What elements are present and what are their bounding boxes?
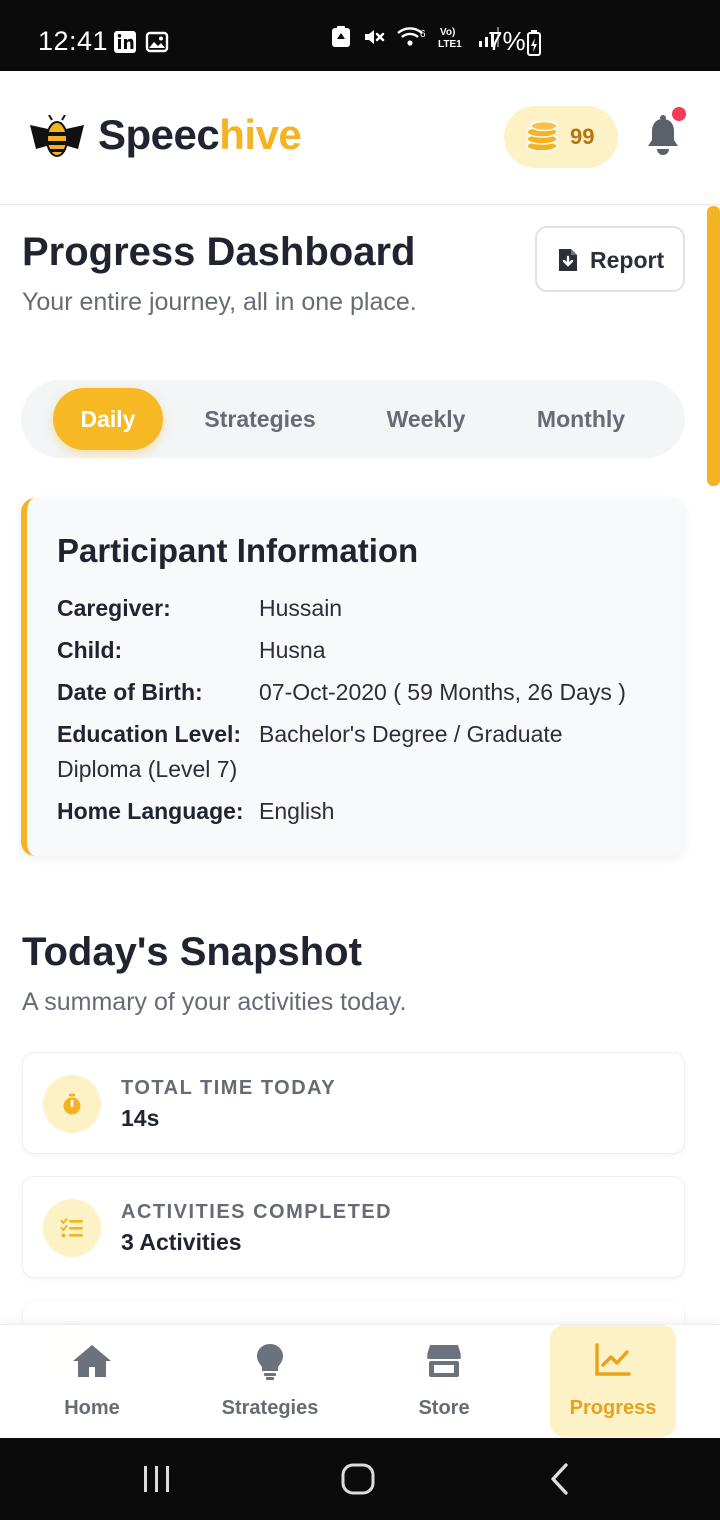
stat-card-activities: ACTIVITIES COMPLETED 3 Activities	[22, 1176, 685, 1278]
nav-label: Strategies	[221, 1397, 319, 1419]
tab-strategies[interactable]: Strategies	[191, 388, 329, 450]
scrollbar-thumb[interactable]	[707, 206, 720, 486]
home-language-value: English	[259, 798, 335, 824]
lightbulb-icon	[257, 1344, 283, 1380]
nav-strategies[interactable]: Strategies	[200, 1325, 340, 1437]
bottom-nav: Home Strategies Store Progress	[0, 1324, 720, 1438]
home-button-icon[interactable]	[341, 1463, 375, 1495]
status-bar: 12:41 6 Vo) LTE1 7%	[0, 0, 720, 71]
dob-value: 07-Oct-2020 ( 59 Months, 26 Days )	[259, 679, 626, 705]
svg-text:LTE1: LTE1	[438, 39, 462, 50]
caregiver-label: Caregiver:	[57, 595, 171, 621]
page-subtitle: Your entire journey, all in one place.	[22, 288, 417, 316]
stat-value: 3 Activities	[121, 1229, 242, 1255]
home-icon	[73, 1345, 111, 1377]
stat-label: TOTAL TIME TODAY	[121, 1077, 337, 1099]
child-value: Husna	[259, 637, 326, 663]
download-file-icon	[559, 249, 577, 271]
page-title: Progress Dashboard	[22, 230, 416, 274]
nav-home[interactable]: Home	[32, 1325, 152, 1437]
checklist-icon	[43, 1199, 101, 1257]
store-icon	[427, 1345, 461, 1377]
back-icon[interactable]	[548, 1463, 570, 1495]
battery-percent: 7%	[488, 26, 526, 56]
report-button[interactable]: Report	[535, 226, 685, 292]
linkedin-icon	[114, 31, 136, 53]
snapshot-title: Today's Snapshot	[22, 930, 362, 974]
volte-icon: Vo)LTE1	[438, 27, 462, 50]
nav-store[interactable]: Store	[384, 1325, 504, 1437]
stopwatch-icon	[43, 1075, 101, 1133]
period-tabs: Daily Strategies Weekly Monthly	[21, 380, 685, 458]
system-nav-bar	[0, 1438, 720, 1520]
tab-monthly[interactable]: Monthly	[521, 388, 641, 450]
education-label: Education Level:	[57, 721, 242, 747]
dob-label: Date of Birth:	[57, 679, 203, 705]
nav-progress[interactable]: Progress	[550, 1325, 676, 1437]
coins-badge[interactable]: 99	[504, 106, 618, 168]
status-icons: 6 Vo) LTE1	[330, 24, 500, 50]
recycle-icon	[332, 26, 350, 47]
wifi-icon: 6	[397, 27, 426, 46]
participant-info-card: Participant Information Caregiver: Hussa…	[21, 498, 685, 856]
svg-text:Vo): Vo)	[440, 27, 455, 38]
stat-card-total-time: TOTAL TIME TODAY 14s	[22, 1052, 685, 1154]
tab-daily[interactable]: Daily	[53, 388, 163, 450]
report-label: Report	[590, 247, 665, 273]
notification-dot	[672, 107, 686, 121]
bell-icon[interactable]	[644, 115, 682, 157]
bee-logo-icon	[30, 115, 84, 157]
recent-apps-icon[interactable]	[142, 1465, 172, 1493]
svg-text:6: 6	[420, 29, 426, 40]
stat-label: ACTIVITIES COMPLETED	[121, 1201, 393, 1223]
nav-label: Progress	[569, 1397, 657, 1419]
participant-info-title: Participant Information	[57, 532, 419, 569]
image-icon	[145, 31, 169, 53]
nav-label: Home	[64, 1397, 120, 1419]
mute-icon	[365, 30, 385, 44]
snapshot-subtitle: A summary of your activities today.	[22, 988, 407, 1016]
home-language-label: Home Language:	[57, 798, 244, 824]
tab-weekly[interactable]: Weekly	[371, 388, 481, 450]
battery-icon	[527, 30, 541, 56]
nav-label: Store	[418, 1397, 470, 1419]
coins-icon	[526, 121, 558, 152]
app-header: Speechive 99	[0, 71, 720, 205]
caregiver-value: Hussain	[259, 595, 343, 621]
stat-value: 14s	[121, 1105, 160, 1131]
education-value-cont: Diploma (Level 7)	[57, 756, 238, 782]
chart-line-icon	[595, 1343, 631, 1376]
brand-name: Speechive	[98, 111, 302, 158]
child-label: Child:	[57, 637, 123, 663]
coins-count: 99	[570, 124, 595, 149]
status-time: 12:41	[38, 26, 109, 56]
education-value: Bachelor's Degree / Graduate	[259, 721, 563, 747]
